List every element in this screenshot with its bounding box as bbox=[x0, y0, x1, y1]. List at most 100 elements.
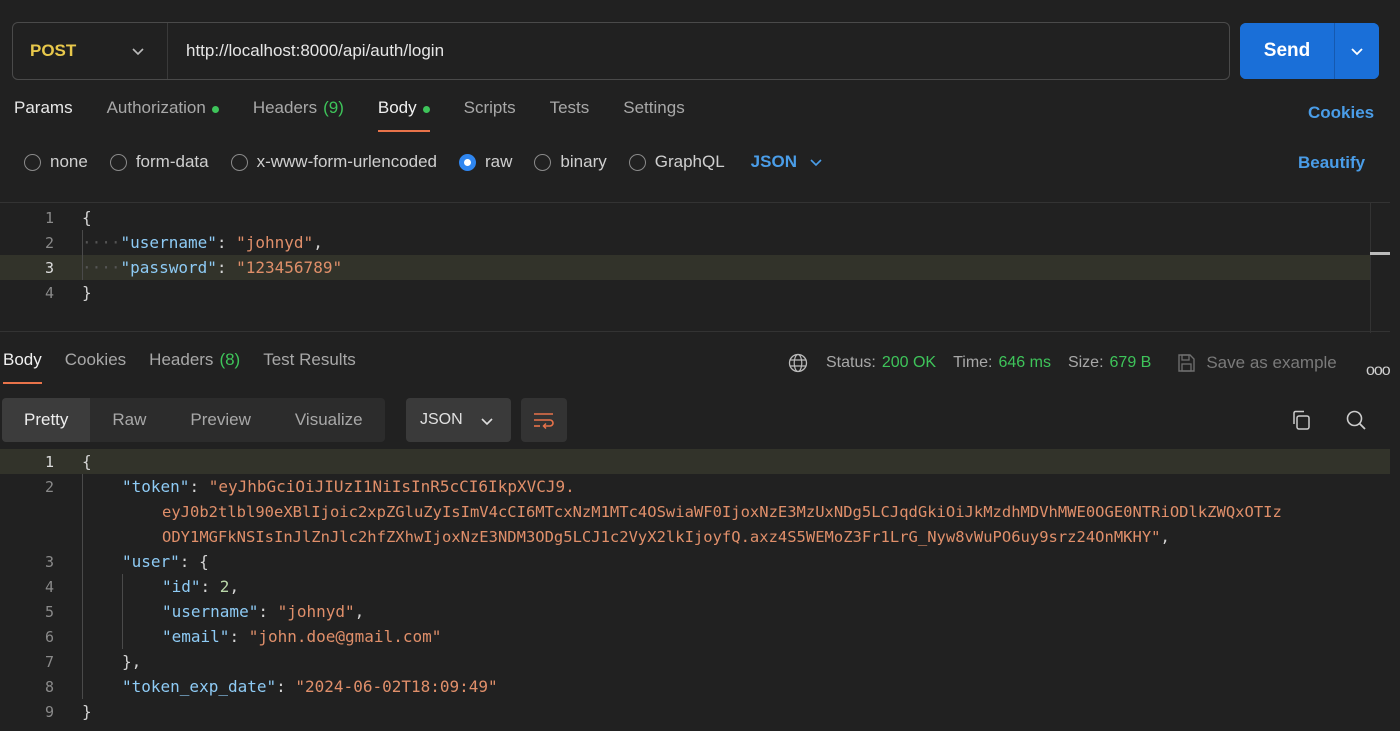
code-text: ····"username": "johnyd", bbox=[82, 233, 323, 252]
code-text: { bbox=[82, 452, 92, 471]
json-key: "token_exp_date" bbox=[122, 677, 277, 696]
save-as-example-label: Save as example bbox=[1206, 353, 1337, 372]
radio-graphql[interactable]: GraphQL bbox=[628, 152, 725, 172]
tab-headers[interactable]: Headers (9) bbox=[253, 98, 344, 132]
request-tabs: Params Authorization Headers (9) Body Sc… bbox=[14, 98, 719, 132]
code-text: "token": "eyJhbGciOiJIUzI1NiIsInR5cCI6Ik… bbox=[122, 477, 575, 496]
line-number: 5 bbox=[44, 602, 54, 621]
json-string: "2024-06-02T18:09:49" bbox=[295, 677, 498, 696]
response-format-select[interactable]: JSON bbox=[406, 398, 511, 442]
chevron-down-icon bbox=[1351, 48, 1363, 56]
code-line: 8 "token_exp_date": "2024-06-02T18:09:49… bbox=[0, 674, 1390, 699]
json-key: "email" bbox=[162, 627, 230, 646]
save-as-example-button[interactable]: Save as example bbox=[1176, 353, 1337, 373]
code-text: "email": "john.doe@gmail.com" bbox=[162, 627, 442, 646]
radio-raw[interactable]: raw bbox=[459, 152, 512, 172]
tab-scripts[interactable]: Scripts bbox=[464, 98, 516, 132]
json-string: "123456789" bbox=[236, 258, 343, 277]
beautify-button[interactable]: Beautify bbox=[1298, 153, 1365, 173]
brace: } bbox=[82, 283, 92, 302]
resp-tab-cookies[interactable]: Cookies bbox=[65, 350, 126, 384]
radio-none[interactable]: none bbox=[24, 152, 88, 172]
request-body-editor[interactable]: 1 { 2 ····"username": "johnyd", 3 ····"p… bbox=[0, 202, 1390, 333]
raw-format-select[interactable]: JSON bbox=[751, 152, 823, 172]
response-body-viewer[interactable]: 1 { 2 "token": "eyJhbGciOiJIUzI1NiIsInR5… bbox=[0, 449, 1400, 731]
search-icon[interactable] bbox=[1345, 409, 1367, 431]
tab-params[interactable]: Params bbox=[14, 98, 73, 132]
tab-authorization[interactable]: Authorization bbox=[107, 98, 219, 132]
raw-format-label: JSON bbox=[750, 152, 797, 171]
radio-circle bbox=[628, 153, 646, 171]
tab-settings[interactable]: Settings bbox=[623, 98, 684, 132]
code-line: 4 "id": 2, bbox=[0, 574, 1390, 599]
view-preview[interactable]: Preview bbox=[168, 398, 272, 442]
send-button[interactable]: Send bbox=[1240, 23, 1334, 79]
code-line: 2 ····"username": "johnyd", bbox=[0, 230, 1370, 255]
more-options-button[interactable]: ooo bbox=[1366, 362, 1391, 380]
resp-tab-test-results[interactable]: Test Results bbox=[263, 350, 356, 384]
line-number: 3 bbox=[44, 258, 54, 277]
radio-circle-selected bbox=[459, 153, 477, 171]
size-value[interactable]: 679 B bbox=[1110, 354, 1152, 372]
cookies-link[interactable]: Cookies bbox=[1308, 103, 1374, 123]
code-line: 9 } bbox=[0, 699, 1390, 724]
radio-circle bbox=[109, 153, 127, 171]
line-number: 4 bbox=[44, 577, 54, 596]
method-select[interactable]: POST bbox=[13, 23, 168, 79]
radio-binary[interactable]: binary bbox=[534, 152, 607, 172]
radio-form-data[interactable]: form-data bbox=[109, 152, 209, 172]
line-number: 1 bbox=[44, 452, 54, 471]
line-number: 9 bbox=[44, 702, 54, 721]
tab-authorization-label: Authorization bbox=[106, 98, 206, 117]
radio-binary-label: binary bbox=[560, 152, 607, 171]
json-string: "johnyd" bbox=[236, 233, 314, 252]
method-label: POST bbox=[30, 41, 77, 60]
line-number: 3 bbox=[44, 552, 54, 571]
json-string: "john.doe@gmail.com" bbox=[248, 627, 442, 646]
code-text: ODY1MGFkNSIsInJlZnJlc2hfZXhwIjoxNzE3NDM3… bbox=[162, 527, 1170, 546]
json-key: "password" bbox=[120, 258, 217, 277]
code-line-current: 3 ····"password": "123456789" bbox=[0, 255, 1370, 280]
wrap-lines-button[interactable] bbox=[521, 398, 567, 442]
resp-tab-headers-label: Headers bbox=[149, 350, 214, 369]
view-raw[interactable]: Raw bbox=[90, 398, 168, 442]
radio-none-label: none bbox=[50, 152, 88, 171]
radio-graphql-label: GraphQL bbox=[654, 152, 725, 171]
send-options-button[interactable] bbox=[1334, 23, 1379, 79]
time-value[interactable]: 646 ms bbox=[998, 354, 1050, 372]
response-view-group: Pretty Raw Preview Visualize bbox=[2, 398, 385, 442]
line-number: 8 bbox=[44, 677, 54, 696]
view-pretty[interactable]: Pretty bbox=[2, 398, 91, 442]
tab-body-label: Body bbox=[377, 98, 417, 117]
code-line-current: 1 { bbox=[0, 449, 1390, 474]
save-icon bbox=[1178, 354, 1196, 372]
resp-headers-count: (8) bbox=[219, 350, 241, 369]
radio-urlencoded[interactable]: x-www-form-urlencoded bbox=[230, 152, 437, 172]
url-input[interactable] bbox=[168, 23, 1229, 79]
headers-count: (9) bbox=[323, 98, 344, 117]
code-text: } bbox=[82, 283, 92, 302]
editor-scrollbar[interactable] bbox=[1370, 203, 1390, 333]
resp-tab-headers[interactable]: Headers (8) bbox=[149, 350, 240, 384]
json-key: "username" bbox=[120, 233, 217, 252]
json-number: 2 bbox=[219, 577, 230, 596]
url-bar: POST bbox=[12, 22, 1230, 80]
code-line: 3 "user": { bbox=[0, 549, 1390, 574]
line-number: 4 bbox=[44, 283, 54, 302]
brace: { bbox=[82, 452, 92, 471]
tab-tests[interactable]: Tests bbox=[550, 98, 590, 132]
status-value[interactable]: 200 OK bbox=[882, 354, 936, 372]
globe-icon[interactable] bbox=[788, 353, 808, 373]
view-visualize[interactable]: Visualize bbox=[273, 398, 385, 442]
tab-body[interactable]: Body bbox=[377, 98, 430, 132]
copy-icon[interactable] bbox=[1290, 409, 1312, 431]
resp-tab-body[interactable]: Body bbox=[3, 350, 42, 384]
time-label: Time: bbox=[953, 354, 993, 371]
wrap-lines-icon bbox=[534, 413, 554, 430]
json-key: "token" bbox=[122, 477, 190, 496]
code-line: 4 } bbox=[0, 280, 1370, 305]
status-label: Status: bbox=[826, 354, 876, 371]
radio-circle bbox=[534, 153, 552, 171]
code-line: 6 "email": "john.doe@gmail.com" bbox=[0, 624, 1390, 649]
code-line: 7 }, bbox=[0, 649, 1390, 674]
